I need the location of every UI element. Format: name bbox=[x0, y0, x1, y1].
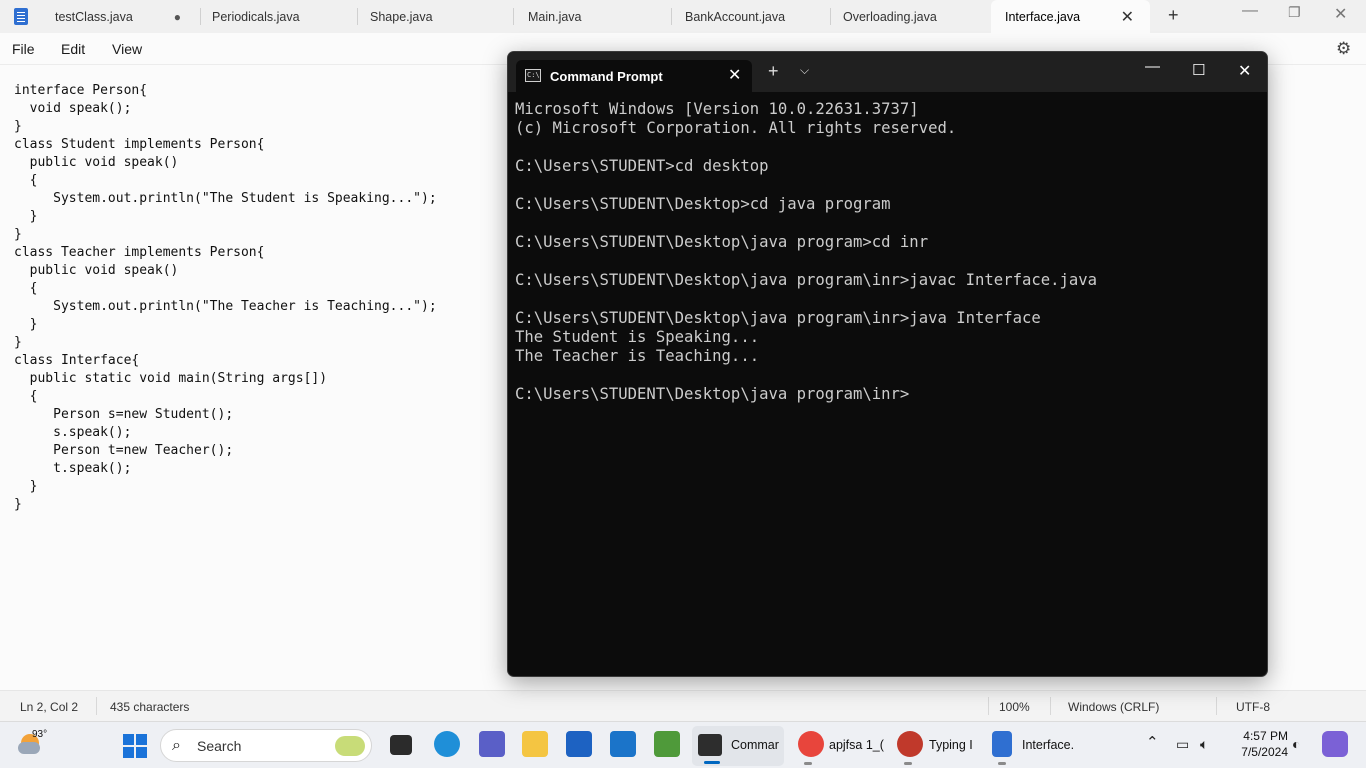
edge-icon[interactable] bbox=[434, 731, 460, 757]
minimize-icon[interactable]: — bbox=[1145, 58, 1160, 75]
tab-label: BankAccount.java bbox=[685, 10, 786, 24]
tab-testclass[interactable]: testClass.java ● bbox=[41, 0, 201, 33]
windows-start-icon[interactable] bbox=[123, 734, 147, 758]
taskbar-app-cmd[interactable]: Commar bbox=[692, 726, 784, 766]
chrome-icon[interactable] bbox=[798, 731, 824, 757]
close-tab-icon[interactable]: ✕ bbox=[728, 65, 741, 85]
unsaved-dot-icon: ● bbox=[173, 10, 181, 24]
tab-label: Main.java bbox=[528, 10, 582, 24]
line-endings[interactable]: Windows (CRLF) bbox=[1068, 700, 1159, 714]
command-prompt-window[interactable]: C:\ Command Prompt ✕ + ⌵ — ☐ ✕ Microsoft… bbox=[507, 51, 1268, 677]
new-tab-plus-icon[interactable]: + bbox=[1168, 5, 1179, 26]
close-window-icon[interactable]: ✕ bbox=[1238, 61, 1251, 81]
running-indicator bbox=[804, 762, 812, 765]
tab-label: Overloading.java bbox=[843, 10, 937, 24]
active-indicator bbox=[704, 761, 720, 764]
cmd-tab-title: Command Prompt bbox=[550, 69, 663, 84]
status-divider bbox=[1050, 697, 1051, 715]
network-icon[interactable]: ▭ bbox=[1176, 736, 1189, 753]
tab-label: Shape.java bbox=[370, 10, 433, 24]
tab-overloading[interactable]: Overloading.java bbox=[829, 0, 989, 33]
taskbar: 93° ⌕ Search Commar apjfsa 1_( Typing I … bbox=[0, 721, 1366, 768]
menu-view[interactable]: View bbox=[112, 41, 142, 57]
game-app-icon[interactable] bbox=[654, 731, 680, 757]
cursor-position: Ln 2, Col 2 bbox=[20, 700, 79, 714]
new-tab-plus-icon[interactable]: + bbox=[768, 62, 779, 80]
terminal-icon bbox=[698, 734, 722, 756]
taskbar-app-label: Commar bbox=[731, 738, 779, 752]
tab-shape[interactable]: Shape.java bbox=[356, 0, 514, 33]
file-explorer-icon[interactable] bbox=[522, 731, 548, 757]
tab-interface[interactable]: Interface.java ✕ bbox=[991, 0, 1150, 33]
minimize-icon[interactable]: — bbox=[1242, 2, 1258, 20]
status-divider bbox=[1216, 697, 1217, 715]
settings-gear-icon[interactable]: ⚙ bbox=[1336, 39, 1351, 59]
taskbar-app-label[interactable]: Interface. bbox=[1022, 738, 1074, 752]
chevron-up-icon[interactable]: ⌃ bbox=[1146, 733, 1159, 751]
notepad-tab-strip: testClass.java ● Periodicals.java Shape.… bbox=[0, 0, 1366, 33]
search-icon: ⌕ bbox=[172, 737, 181, 754]
clock-time: 4:57 PM bbox=[1243, 729, 1288, 743]
tab-bankaccount[interactable]: BankAccount.java bbox=[671, 0, 831, 33]
tab-main[interactable]: Main.java bbox=[514, 0, 672, 33]
cmd-output[interactable]: Microsoft Windows [Version 10.0.22631.37… bbox=[515, 100, 1097, 404]
running-indicator bbox=[998, 762, 1006, 765]
tab-label: Periodicals.java bbox=[212, 10, 300, 24]
copilot-icon[interactable] bbox=[1322, 731, 1348, 757]
zoom-level[interactable]: 100% bbox=[999, 700, 1030, 714]
search-placeholder: Search bbox=[197, 738, 242, 754]
cmd-terminal-icon: C:\ bbox=[525, 69, 541, 82]
mail-icon[interactable] bbox=[610, 731, 636, 757]
close-tab-icon[interactable]: ✕ bbox=[1121, 7, 1134, 27]
taskbar-app-label[interactable]: Typing I bbox=[929, 738, 973, 752]
taskbar-app-label[interactable]: apjfsa 1_( bbox=[829, 738, 884, 752]
status-divider bbox=[988, 697, 989, 715]
weather-temperature: 93° bbox=[32, 729, 48, 740]
notepad-icon[interactable] bbox=[992, 731, 1012, 757]
running-indicator bbox=[904, 762, 912, 765]
menu-edit[interactable]: Edit bbox=[61, 41, 85, 57]
character-count: 435 characters bbox=[110, 700, 190, 714]
microsoft-store-icon[interactable] bbox=[566, 731, 592, 757]
cloud-icon bbox=[18, 742, 40, 754]
task-view-icon[interactable] bbox=[390, 735, 412, 755]
typing-app-icon[interactable] bbox=[897, 731, 923, 757]
cmd-title-bar[interactable]: C:\ Command Prompt ✕ + ⌵ — ☐ ✕ bbox=[508, 52, 1267, 92]
tab-label: testClass.java bbox=[55, 10, 133, 24]
taskbar-search[interactable]: ⌕ Search bbox=[160, 729, 372, 762]
notepad-app-icon bbox=[14, 8, 28, 25]
chevron-down-icon[interactable]: ⌵ bbox=[800, 63, 809, 78]
encoding[interactable]: UTF-8 bbox=[1236, 700, 1270, 714]
close-window-icon[interactable]: ✕ bbox=[1334, 4, 1347, 24]
search-highlight-image bbox=[335, 736, 365, 756]
clock-date: 7/5/2024 bbox=[1241, 745, 1288, 759]
notification-bell-icon[interactable]: ◐ bbox=[1292, 736, 1300, 752]
status-divider bbox=[96, 697, 97, 715]
restore-icon[interactable]: ❐ bbox=[1288, 4, 1301, 21]
teams-icon[interactable] bbox=[479, 731, 505, 757]
tab-periodicals[interactable]: Periodicals.java bbox=[198, 0, 358, 33]
system-clock[interactable]: 4:57 PM 7/5/2024 bbox=[1232, 728, 1288, 760]
status-bar: Ln 2, Col 2 435 characters 100% Windows … bbox=[0, 690, 1366, 721]
code-text[interactable]: interface Person{ void speak(); } class … bbox=[14, 82, 437, 514]
tab-label: Interface.java bbox=[1005, 10, 1081, 24]
volume-icon[interactable]: 🔈︎ bbox=[1200, 736, 1208, 753]
cmd-tab[interactable]: C:\ Command Prompt ✕ bbox=[516, 60, 752, 92]
menu-file[interactable]: File bbox=[12, 41, 35, 57]
maximize-icon[interactable]: ☐ bbox=[1192, 61, 1205, 79]
